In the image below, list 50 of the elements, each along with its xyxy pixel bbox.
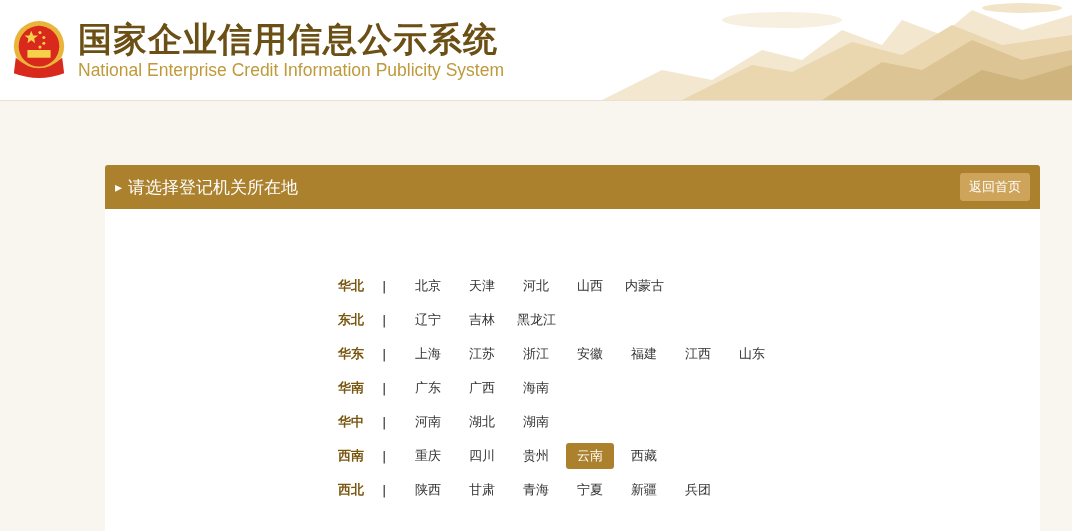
province-link[interactable]: 湖北 [458,409,506,435]
separator: | [382,414,388,430]
separator: | [382,448,388,464]
province-link[interactable]: 天津 [458,273,506,299]
province-link[interactable]: 四川 [458,443,506,469]
province-link[interactable]: 辽宁 [404,307,452,333]
province-link[interactable]: 青海 [512,477,560,503]
province-link[interactable]: 山西 [566,273,614,299]
province-link[interactable]: 海南 [512,375,560,401]
region-label: 西北 [338,481,365,499]
province-link[interactable]: 安徽 [566,341,614,367]
separator: | [382,278,388,294]
site-subtitle: National Enterprise Credit Information Publicity System [78,59,504,81]
province-link[interactable]: 兵团 [674,477,722,503]
province-link[interactable]: 云南 [566,443,614,469]
province-link[interactable]: 宁夏 [566,477,614,503]
region-label: 华东 [338,345,365,363]
separator: | [382,346,388,362]
arrow-icon: ▸ [115,179,123,195]
province-link[interactable]: 福建 [620,341,668,367]
province-link[interactable]: 上海 [404,341,452,367]
separator: | [382,312,388,328]
province-link[interactable]: 甘肃 [458,477,506,503]
region-label: 西南 [338,447,365,465]
region-label: 华中 [338,413,365,431]
region-label: 东北 [338,311,365,329]
province-link[interactable]: 河南 [404,409,452,435]
province-link[interactable]: 黑龙江 [512,307,560,333]
province-link[interactable]: 北京 [404,273,452,299]
separator: | [382,482,388,498]
province-link[interactable]: 湖南 [512,409,560,435]
province-link[interactable]: 重庆 [404,443,452,469]
province-link[interactable]: 河北 [512,273,560,299]
province-link[interactable]: 广西 [458,375,506,401]
province-link[interactable]: 江苏 [458,341,506,367]
province-link[interactable]: 江西 [674,341,722,367]
province-link[interactable]: 广东 [404,375,452,401]
province-link[interactable]: 浙江 [512,341,560,367]
province-link[interactable]: 陕西 [404,477,452,503]
separator: | [382,380,388,396]
region-label: 华南 [338,379,365,397]
panel-title: 请选择登记机关所在地 [128,175,300,199]
province-link[interactable]: 贵州 [512,443,560,469]
province-link[interactable]: 山东 [728,341,776,367]
region-label: 华北 [338,277,365,295]
site-title: 国家企业信用信息公示系统 [78,19,499,59]
province-link[interactable]: 吉林 [458,307,506,333]
province-link[interactable]: 内蒙古 [620,273,668,299]
province-link[interactable]: 西藏 [620,443,668,469]
province-link[interactable]: 新疆 [620,477,668,503]
